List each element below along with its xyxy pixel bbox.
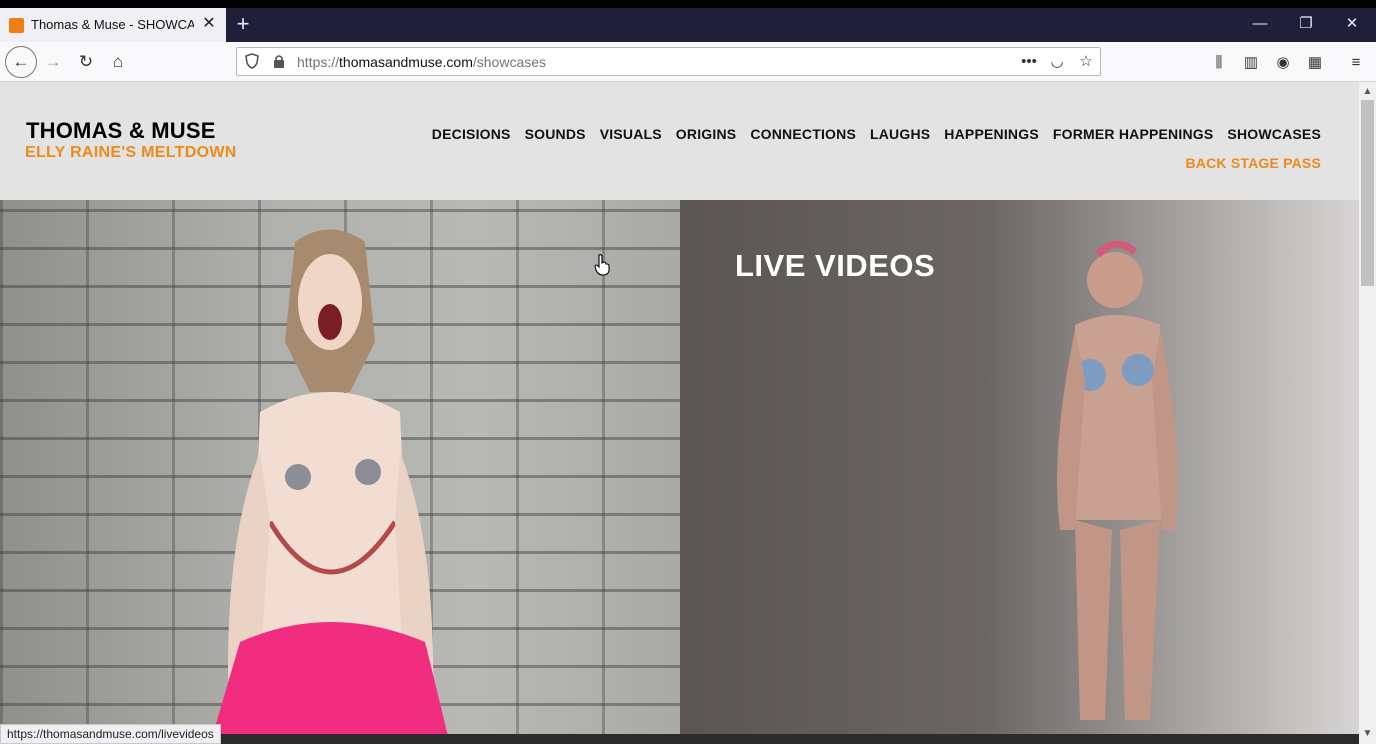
extension-icon[interactable]: ▦ — [1305, 53, 1325, 73]
menu-item-former-happenings[interactable]: FORMER HAPPENINGS — [1053, 126, 1214, 142]
page-actions-icon[interactable]: ••• — [1020, 53, 1038, 71]
menu-item-decisions[interactable]: DECISIONS — [432, 126, 511, 142]
home-button[interactable]: ⌂ — [103, 47, 133, 77]
url-host: thomasandmuse.com — [339, 54, 473, 70]
url-bar[interactable]: https://thomasandmuse.com/showcases ••• … — [236, 47, 1101, 76]
scroll-up-icon[interactable]: ▲ — [1359, 84, 1376, 100]
menu-item-connections[interactable]: CONNECTIONS — [750, 126, 856, 142]
new-tab-button[interactable]: + — [233, 13, 253, 35]
back-button[interactable]: ← — [5, 46, 37, 78]
tab-title: Thomas & Muse - SHOWCASES — [31, 17, 194, 32]
main-menu: DECISIONS SOUNDS VISUALS ORIGINS CONNECT… — [432, 126, 1321, 142]
hand-cursor-icon — [594, 254, 610, 276]
live-videos-title[interactable]: LIVE VIDEOS — [735, 248, 935, 284]
tab-strip: Thomas & Muse - SHOWCASES ✕ + — ❐ ✕ — [0, 8, 1376, 42]
site-tagline[interactable]: ELLY RAINE'S MELTDOWN — [25, 144, 237, 162]
shield-icon[interactable] — [245, 53, 259, 69]
favicon-icon — [9, 18, 24, 33]
bookmark-star-icon[interactable]: ☆ — [1077, 53, 1095, 71]
site-header: THOMAS & MUSE ELLY RAINE'S MELTDOWN DECI… — [0, 82, 1359, 200]
menu-item-happenings[interactable]: HAPPENINGS — [944, 126, 1039, 142]
menu-item-laughs[interactable]: LAUGHS — [870, 126, 930, 142]
status-url: https://thomasandmuse.com/livevideos — [0, 724, 221, 744]
menu-item-showcases[interactable]: SHOWCASES — [1227, 126, 1321, 142]
sidebar-icon[interactable]: ▥ — [1241, 53, 1261, 73]
showcase-panel-live-videos[interactable]: LIVE VIDEOS — [680, 200, 1359, 744]
url-protocol: https:// — [297, 54, 340, 70]
showcase-panel-left[interactable] — [0, 200, 680, 744]
url-text[interactable]: https://thomasandmuse.com/showcases — [297, 54, 546, 70]
page-content: THOMAS & MUSE ELLY RAINE'S MELTDOWN DECI… — [0, 82, 1359, 744]
site-brand[interactable]: THOMAS & MUSE — [26, 118, 216, 144]
window-close-button[interactable]: ✕ — [1342, 14, 1362, 34]
performer-photo-left — [210, 229, 450, 744]
performer-photo-right — [1057, 240, 1178, 720]
scroll-down-icon[interactable]: ▼ — [1359, 726, 1376, 742]
reload-button[interactable]: ↻ — [71, 47, 101, 77]
library-icon[interactable]: ⫼ — [1209, 53, 1229, 73]
pocket-icon[interactable]: ◡ — [1048, 53, 1066, 71]
menu-item-visuals[interactable]: VISUALS — [600, 126, 662, 142]
nav-toolbar: ← → ↻ ⌂ https://thomasandmuse.com/showca… — [0, 42, 1376, 82]
menu-icon[interactable]: ≡ — [1346, 53, 1366, 73]
menu-item-sounds[interactable]: SOUNDS — [525, 126, 586, 142]
forward-button[interactable]: → — [38, 47, 68, 77]
account-icon[interactable]: ◉ — [1273, 53, 1293, 73]
browser-tab[interactable]: Thomas & Muse - SHOWCASES ✕ — [0, 8, 226, 42]
scroll-thumb[interactable] — [1361, 100, 1374, 286]
url-path: /showcases — [472, 54, 547, 70]
tab-close-icon[interactable]: ✕ — [201, 16, 217, 32]
menu-item-back-stage-pass[interactable]: BACK STAGE PASS — [1186, 155, 1322, 171]
menu-item-origins[interactable]: ORIGINS — [676, 126, 737, 142]
minimize-button[interactable]: — — [1250, 14, 1270, 34]
page-scrollbar[interactable]: ▲ ▼ — [1359, 82, 1376, 744]
maximize-button[interactable]: ❐ — [1296, 14, 1316, 34]
lock-icon[interactable] — [273, 54, 287, 70]
